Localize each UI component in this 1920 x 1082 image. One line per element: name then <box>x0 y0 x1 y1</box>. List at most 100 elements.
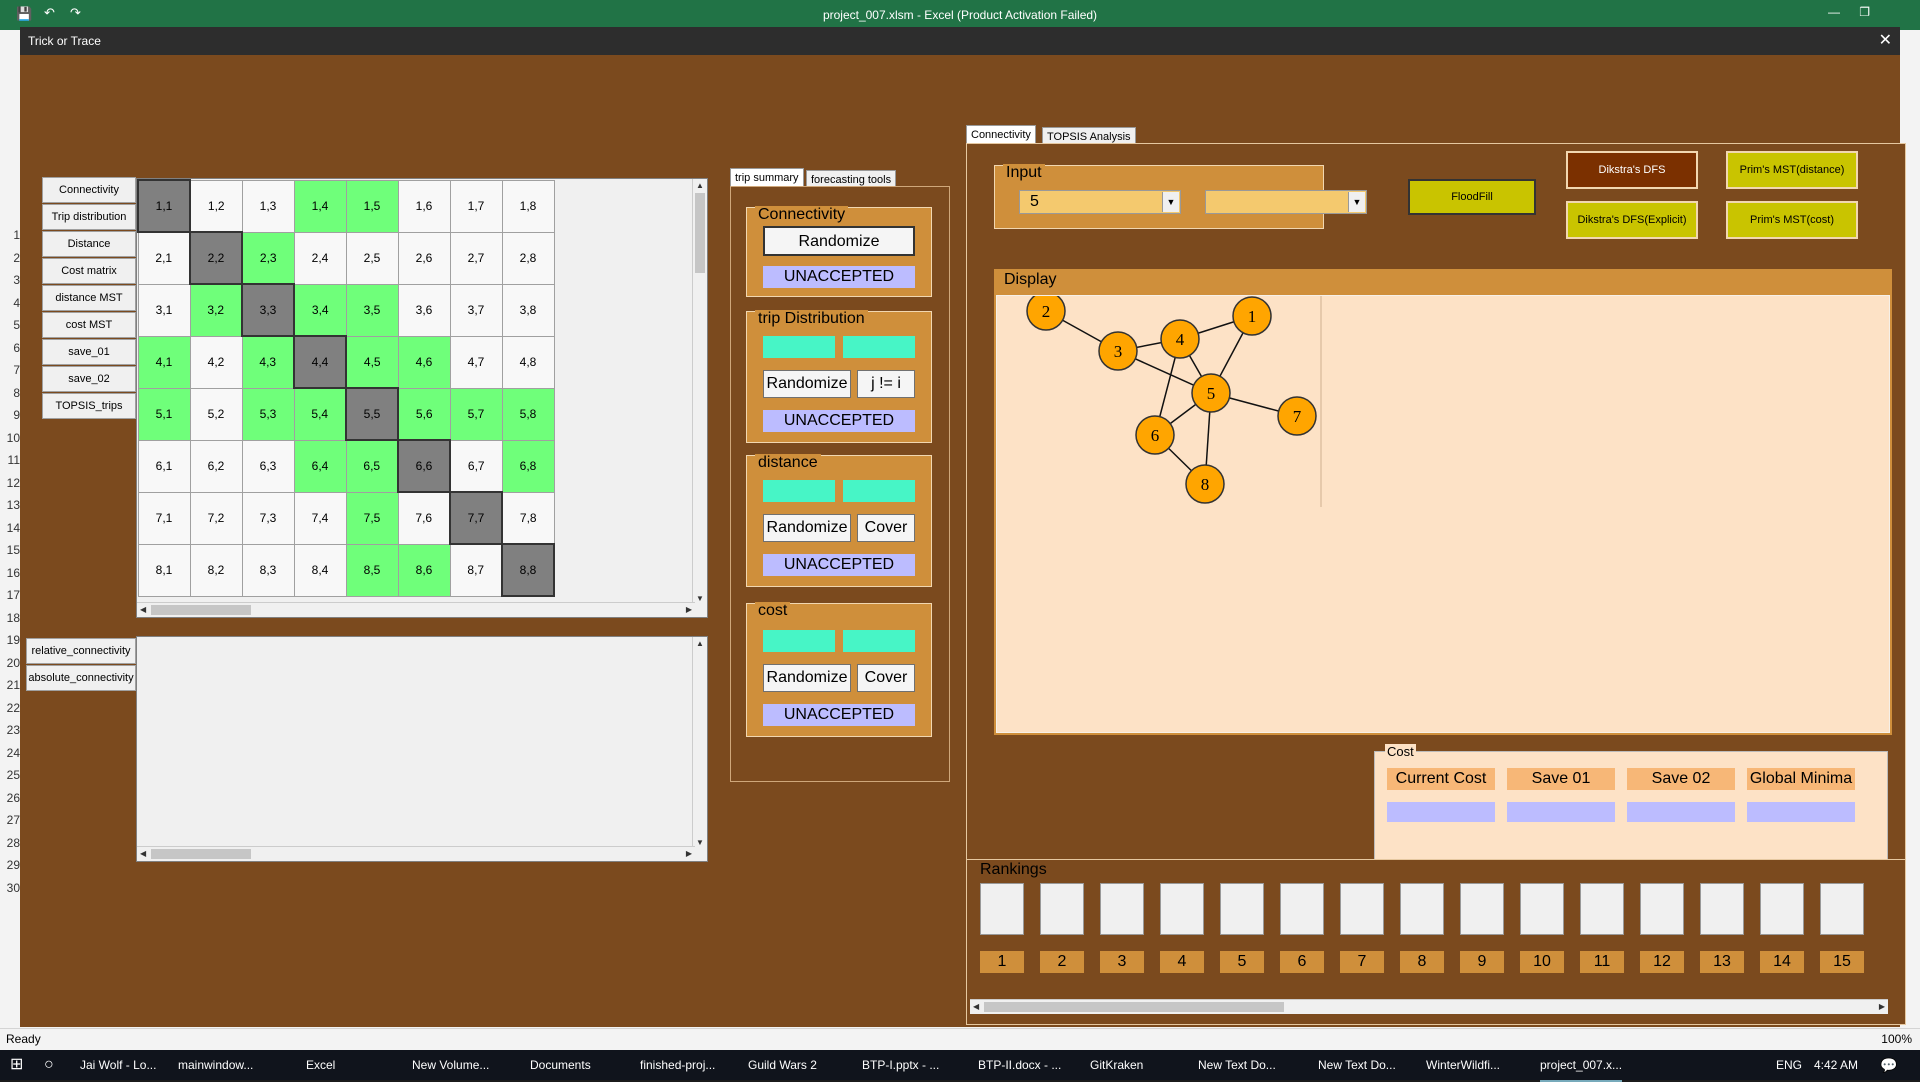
matrix-cell[interactable]: 2,5 <box>345 231 399 285</box>
matrix-cell[interactable]: 3,1 <box>137 283 191 337</box>
matrix-cell[interactable]: 2,4 <box>293 231 347 285</box>
matrix-cell[interactable]: 6,5 <box>345 439 399 493</box>
matrix-cell[interactable]: 5,6 <box>397 387 451 441</box>
matrix-horizontal-scrollbar[interactable]: ◀ ▶ <box>137 602 695 617</box>
matrix-cell[interactable]: 7,6 <box>397 491 451 545</box>
matrix-cell[interactable]: 2,1 <box>137 231 191 285</box>
taskbar-app[interactable]: BTP-II.docx - ... <box>978 1050 1061 1080</box>
connectivity-mode-button[interactable]: relative_connectivity <box>26 638 136 664</box>
matrix-cell[interactable]: 7,3 <box>241 491 295 545</box>
matrix-cell[interactable]: 2,7 <box>449 231 503 285</box>
matrix-cell[interactable]: 8,6 <box>397 543 451 597</box>
taskbar-app[interactable]: WinterWildfi... <box>1426 1050 1500 1080</box>
rankings-horizontal-scrollbar[interactable]: ◀ ▶ <box>970 999 1888 1014</box>
matrix-cell[interactable]: 6,8 <box>501 439 555 493</box>
matrix-cell[interactable]: 6,3 <box>241 439 295 493</box>
prim-mst-cost-button[interactable]: Prim's MST(cost) <box>1726 201 1858 239</box>
matrix-cell[interactable]: 7,8 <box>501 491 555 545</box>
matrix-cell[interactable]: 7,5 <box>345 491 399 545</box>
matrix-cell[interactable]: 1,3 <box>241 179 295 233</box>
dijkstra-dfs-button[interactable]: Dikstra's DFS <box>1566 151 1698 189</box>
matrix-cell[interactable]: 6,4 <box>293 439 347 493</box>
chevron-down-icon[interactable]: ▼ <box>1348 192 1365 212</box>
taskbar-app[interactable]: Excel <box>306 1050 335 1080</box>
matrix-cell[interactable]: 8,7 <box>449 543 503 597</box>
matrix-cell[interactable]: 8,2 <box>189 543 243 597</box>
matrix-cell[interactable]: 3,3 <box>241 283 295 337</box>
matrix-cell[interactable]: 6,7 <box>449 439 503 493</box>
matrix-cell[interactable]: 6,1 <box>137 439 191 493</box>
matrix-cell[interactable]: 4,5 <box>345 335 399 389</box>
lower-vertical-scrollbar[interactable]: ▲ ▼ <box>692 637 707 849</box>
distance-cover-button[interactable]: Cover <box>857 514 915 542</box>
matrix-cell[interactable]: 7,7 <box>449 491 503 545</box>
matrix-cell[interactable]: 1,6 <box>397 179 451 233</box>
matrix-cell[interactable]: 4,4 <box>293 335 347 389</box>
taskbar-app[interactable]: mainwindow... <box>178 1050 253 1080</box>
matrix-cell[interactable]: 1,8 <box>501 179 555 233</box>
tab-trip-summary[interactable]: trip summary <box>730 168 804 186</box>
sheet-button[interactable]: cost MST <box>42 312 136 338</box>
sheet-button[interactable]: Distance <box>42 231 136 257</box>
restore-icon[interactable]: ❐ <box>1859 5 1870 19</box>
matrix-cell[interactable]: 8,8 <box>501 543 555 597</box>
windows-start-icon[interactable]: ⊞ <box>10 1050 23 1080</box>
matrix-cell[interactable]: 8,3 <box>241 543 295 597</box>
matrix-cell[interactable]: 4,1 <box>137 335 191 389</box>
taskbar-app[interactable]: project_007.x... <box>1540 1050 1623 1082</box>
matrix-cell[interactable]: 4,6 <box>397 335 451 389</box>
matrix-cell[interactable]: 6,2 <box>189 439 243 493</box>
matrix-vertical-scrollbar[interactable]: ▲ ▼ <box>692 179 707 605</box>
connectivity-randomize-button[interactable]: Randomize <box>763 226 915 256</box>
minimize-icon[interactable]: — <box>1828 5 1840 19</box>
cost-randomize-button[interactable]: Randomize <box>763 664 851 692</box>
taskbar-app[interactable]: finished-proj... <box>640 1050 715 1080</box>
sheet-button[interactable]: TOPSIS_trips <box>42 393 136 419</box>
matrix-cell[interactable]: 5,2 <box>189 387 243 441</box>
matrix-cell[interactable]: 8,1 <box>137 543 191 597</box>
matrix-cell[interactable]: 4,7 <box>449 335 503 389</box>
trip-j-not-i-button[interactable]: j != i <box>857 370 915 398</box>
input-combo-1[interactable]: 5 ▼ <box>1019 190 1181 214</box>
sheet-button[interactable]: save_02 <box>42 366 136 392</box>
taskbar-app[interactable]: New Volume... <box>412 1050 489 1080</box>
matrix-cell[interactable]: 7,1 <box>137 491 191 545</box>
lower-horizontal-scrollbar[interactable]: ◀ ▶ <box>137 846 695 861</box>
taskbar-app[interactable]: Documents <box>530 1050 591 1080</box>
input-combo-2[interactable]: ▼ <box>1205 190 1367 214</box>
trip-randomize-button[interactable]: Randomize <box>763 370 851 398</box>
matrix-cell[interactable]: 5,5 <box>345 387 399 441</box>
notifications-icon[interactable]: 💬 <box>1880 1050 1897 1080</box>
sheet-button[interactable]: save_01 <box>42 339 136 365</box>
sheet-button[interactable]: Trip distribution <box>42 204 136 230</box>
connectivity-mode-button[interactable]: absolute_connectivity <box>26 665 136 691</box>
matrix-cell[interactable]: 3,5 <box>345 283 399 337</box>
matrix-cell[interactable]: 4,8 <box>501 335 555 389</box>
matrix-cell[interactable]: 1,2 <box>189 179 243 233</box>
taskbar-app[interactable]: GitKraken <box>1090 1050 1143 1080</box>
sheet-button[interactable]: distance MST <box>42 285 136 311</box>
dijkstra-dfs-explicit-button[interactable]: Dikstra's DFS(Explicit) <box>1566 201 1698 239</box>
matrix-cell[interactable]: 2,6 <box>397 231 451 285</box>
language-indicator[interactable]: ENG <box>1776 1050 1802 1080</box>
matrix-cell[interactable]: 3,2 <box>189 283 243 337</box>
matrix-cell[interactable]: 1,4 <box>293 179 347 233</box>
matrix-cell[interactable]: 3,6 <box>397 283 451 337</box>
matrix-cell[interactable]: 5,7 <box>449 387 503 441</box>
sheet-button[interactable]: Connectivity <box>42 177 136 203</box>
distance-randomize-button[interactable]: Randomize <box>763 514 851 542</box>
matrix-cell[interactable]: 1,5 <box>345 179 399 233</box>
floodfill-button[interactable]: FloodFill <box>1408 179 1536 215</box>
matrix-cell[interactable]: 6,6 <box>397 439 451 493</box>
matrix-cell[interactable]: 7,2 <box>189 491 243 545</box>
matrix-cell[interactable]: 4,3 <box>241 335 295 389</box>
search-icon[interactable]: ○ <box>44 1050 54 1080</box>
taskbar-app[interactable]: Guild Wars 2 <box>748 1050 817 1080</box>
chevron-down-icon[interactable]: ▼ <box>1162 192 1179 212</box>
matrix-cell[interactable]: 8,5 <box>345 543 399 597</box>
matrix-cell[interactable]: 3,8 <box>501 283 555 337</box>
matrix-cell[interactable]: 5,8 <box>501 387 555 441</box>
matrix-cell[interactable]: 2,8 <box>501 231 555 285</box>
matrix-cell[interactable]: 8,4 <box>293 543 347 597</box>
prim-mst-distance-button[interactable]: Prim's MST(distance) <box>1726 151 1858 189</box>
